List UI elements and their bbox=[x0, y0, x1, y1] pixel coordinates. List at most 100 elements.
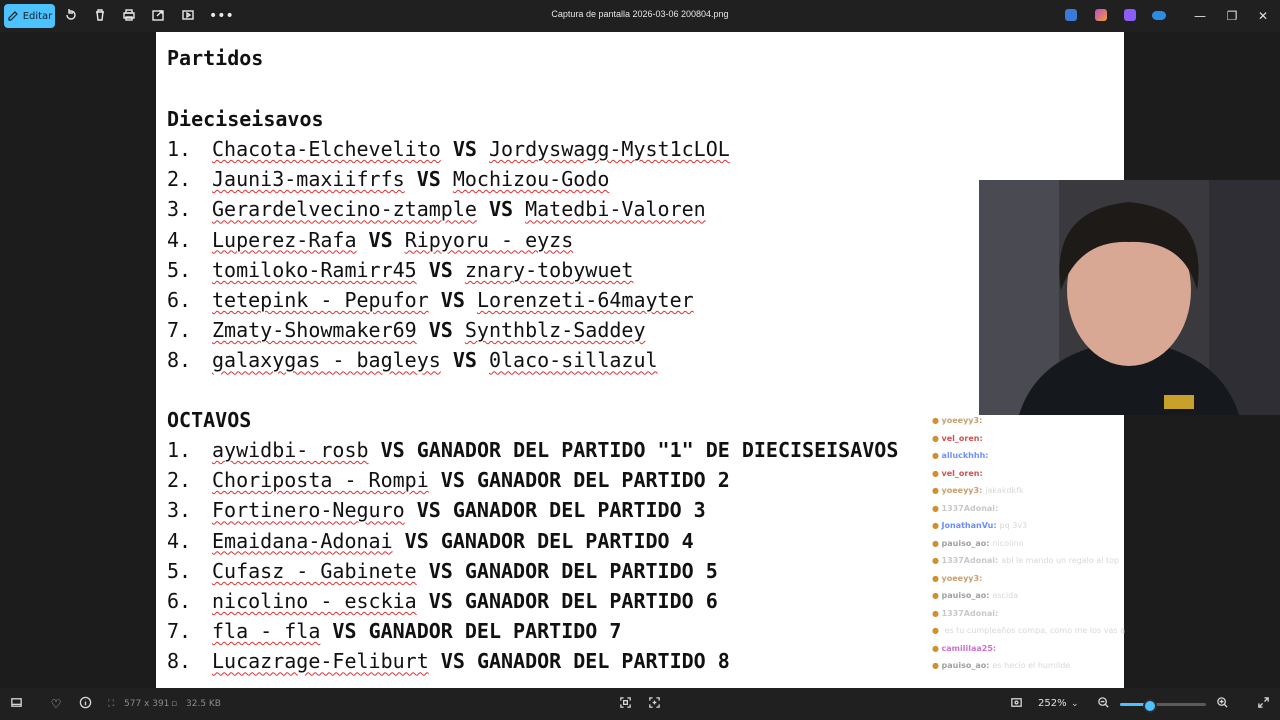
match-number: 3. bbox=[167, 197, 192, 222]
chat-message: ● yoeeyy3: bbox=[932, 574, 985, 583]
chat-message: ● pauiso_ao: nicolino bbox=[932, 539, 1023, 548]
zoom-dropdown-chevron-icon[interactable]: ⌄ bbox=[1071, 699, 1079, 709]
team-b: GANADOR DEL PARTIDO 7 bbox=[368, 619, 622, 644]
zoom-slider[interactable] bbox=[1120, 699, 1206, 713]
chat-text: es tu cumpleaños compa, como me los vas … bbox=[944, 626, 1128, 635]
chat-username: 1337Adonai: bbox=[941, 608, 999, 618]
vs-label: VS bbox=[440, 649, 465, 674]
team-a: nicolino - esckia bbox=[212, 589, 417, 613]
fullscreen-icon[interactable] bbox=[1255, 696, 1271, 712]
copilot-icon[interactable] bbox=[1095, 9, 1107, 21]
vs-label: VS bbox=[416, 167, 441, 192]
zoom-slider-thumb[interactable] bbox=[1143, 699, 1158, 713]
badge-icon: ● bbox=[932, 416, 942, 425]
chat-message: ● yoeeyy3: jakakdkfk bbox=[932, 486, 1024, 495]
badge-icon: ● bbox=[932, 661, 942, 670]
team-a: Luperez-Rafa bbox=[212, 227, 357, 252]
clipchamp-icon[interactable] bbox=[1124, 9, 1136, 21]
chat-text: es hecio el humilde bbox=[992, 661, 1071, 670]
chat-text: escida bbox=[992, 591, 1019, 600]
zoom-in-icon[interactable] bbox=[1214, 696, 1230, 712]
crop-icon[interactable] bbox=[646, 696, 662, 712]
file-icon: ▫ bbox=[171, 699, 178, 709]
section-title-octavos: OCTAVOS bbox=[167, 408, 252, 432]
maximize-icon[interactable]: ❐ bbox=[1224, 8, 1240, 24]
octavos-match-1: 1. aywidbi- rosb VS GANADOR DEL PARTIDO "… bbox=[167, 438, 898, 462]
team-b: GANADOR DEL PARTIDO "1" DE DIECISEISAVOS bbox=[416, 438, 899, 462]
match-number: 4. bbox=[167, 227, 192, 252]
team-b: znary-tobywuet bbox=[464, 257, 634, 282]
match-number: 6. bbox=[167, 589, 192, 613]
badge-icon: ● bbox=[932, 451, 942, 460]
zoom-out-icon[interactable] bbox=[1095, 696, 1111, 712]
dieciseisavos-match-4: 4. Luperez-Rafa VS Ripyoru - eyzs bbox=[167, 228, 573, 252]
dieciseisavos-match-5: 5. tomiloko-Ramirr45 VS znary-tobywuet bbox=[167, 258, 633, 282]
badge-icon: ● bbox=[932, 538, 942, 548]
dieciseisavos-match-1: 1. Chacota-Elchevelito VS Jordyswagg-Myst… bbox=[167, 137, 730, 161]
actual-size-icon[interactable] bbox=[1008, 696, 1024, 712]
image-dimensions: 577 x 391 bbox=[124, 699, 170, 709]
chat-username: camililaa25: bbox=[941, 643, 997, 653]
vs-label: VS bbox=[428, 318, 453, 343]
fit-to-window-icon[interactable] bbox=[617, 696, 633, 712]
octavos-match-2: 2. Choriposta - Rompi VS GANADOR DEL PART… bbox=[167, 468, 730, 492]
octavos-match-5: 5. Cufasz - Gabinete VS GANADOR DEL PARTI… bbox=[167, 559, 718, 583]
info-icon[interactable] bbox=[77, 696, 93, 712]
vs-label: VS bbox=[428, 558, 453, 583]
badge-icon: ● bbox=[932, 573, 942, 583]
badge-icon: ● bbox=[932, 591, 942, 600]
title-bar: Editar ••• Captura de pantalla 2026-03-0… bbox=[0, 0, 1280, 32]
vs-label: VS bbox=[452, 348, 477, 373]
minimize-icon[interactable]: — bbox=[1192, 8, 1208, 24]
vs-label: VS bbox=[416, 498, 441, 523]
chat-username: vel_oren: bbox=[941, 433, 983, 443]
octavos-match-4: 4. Emaidana-Adonai VS GANADOR DEL PARTIDO… bbox=[167, 529, 694, 553]
octavos-match-7: 7. fla - fla VS GANADOR DEL PARTIDO 7 bbox=[167, 619, 621, 643]
chat-message: ● pauiso_ao: escida bbox=[932, 591, 1018, 600]
team-a: Chacota-Elchevelito bbox=[212, 137, 441, 161]
match-number: 1. bbox=[167, 438, 192, 462]
team-b: GANADOR DEL PARTIDO 8 bbox=[476, 649, 730, 674]
team-a: Emaidana-Adonai bbox=[212, 528, 393, 553]
team-b: GANADOR DEL PARTIDO 3 bbox=[452, 498, 706, 523]
badge-icon: ● bbox=[932, 643, 942, 653]
vs-label: VS bbox=[452, 137, 477, 161]
badge-icon: ● bbox=[932, 468, 942, 478]
octavos-match-3: 3. Fortinero-Neguro VS GANADOR DEL PARTID… bbox=[167, 498, 706, 522]
chat-overlay: ● yoeeyy3: ● vel_oren: ● alluckhhh: ● vel_o… bbox=[928, 412, 1128, 688]
team-b: Ripyoru - eyzs bbox=[404, 227, 574, 252]
team-b: GANADOR DEL PARTIDO 6 bbox=[464, 589, 718, 613]
chat-message: ● yoeeyy3: bbox=[932, 416, 985, 425]
team-b: 0laco-sillazul bbox=[488, 348, 658, 373]
window-title: Captura de pantalla 2026-03-06 200804.pn… bbox=[551, 9, 729, 19]
onedrive-icon[interactable] bbox=[1152, 11, 1166, 20]
team-a: Lucazrage-Feliburt bbox=[212, 649, 429, 674]
chat-message: ● 1337Adonai: abl le mando un regalo al t… bbox=[932, 556, 1119, 565]
close-icon[interactable]: ✕ bbox=[1255, 8, 1271, 24]
filmstrip-icon[interactable] bbox=[8, 696, 24, 712]
team-b: Matedbi-Valoren bbox=[525, 197, 706, 222]
badge-icon: ● bbox=[932, 521, 942, 530]
badge-icon: ● bbox=[932, 626, 942, 635]
vs-label: VS bbox=[428, 589, 453, 613]
badge-icon: ● bbox=[932, 608, 942, 618]
section-title-dieciseisavos: Dieciseisavos bbox=[167, 107, 324, 131]
doc-heading: Partidos bbox=[167, 46, 264, 70]
dieciseisavos-match-8: 8. galaxygas - bagleys VS 0laco-sillazul bbox=[167, 348, 658, 372]
badge-icon: ● bbox=[932, 503, 942, 513]
match-number: 7. bbox=[167, 619, 192, 644]
team-a: Cufasz - Gabinete bbox=[212, 558, 417, 583]
chat-message: ● JonathanVu: pq 3v3 bbox=[932, 521, 1027, 530]
dieciseisavos-match-6: 6. tetepink - Pepufor VS Lorenzeti-64mayt… bbox=[167, 288, 694, 312]
match-number: 8. bbox=[167, 649, 192, 674]
team-b: GANADOR DEL PARTIDO 2 bbox=[476, 468, 730, 493]
team-b: Lorenzeti-64mayter bbox=[476, 288, 694, 312]
dieciseisavos-match-2: 2. Jauni3-maxiifrfs VS Mochizou-Godo bbox=[167, 167, 609, 191]
team-a: tomiloko-Ramirr45 bbox=[212, 257, 417, 282]
app-launch-icon[interactable] bbox=[1065, 9, 1077, 21]
dimension-icon: ⛶ bbox=[108, 699, 115, 709]
dieciseisavos-match-7: 7. Zmaty-Showmaker69 VS Synthblz-Saddey bbox=[167, 318, 646, 342]
favorite-icon[interactable]: ♡ bbox=[48, 696, 64, 712]
chat-message: ● 1337Adonai: bbox=[932, 504, 1001, 513]
zoom-level[interactable]: 252% bbox=[1038, 698, 1067, 709]
